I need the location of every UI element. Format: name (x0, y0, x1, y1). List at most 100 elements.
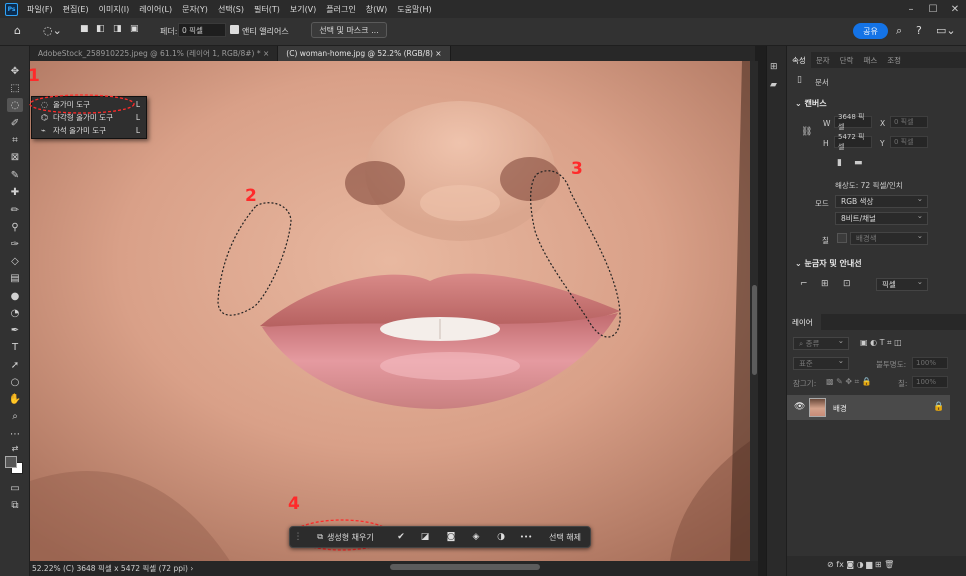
horizontal-scroll-thumb[interactable] (390, 564, 540, 570)
invert-selection-icon[interactable]: ◪ (419, 531, 431, 543)
tab-adobestock[interactable]: AdobeStock_258910225.jpeg @ 61.1% (레이어 1… (30, 46, 279, 61)
brush-tool-icon[interactable]: ✏ (7, 203, 23, 217)
visibility-eye-icon[interactable]: 👁 (794, 402, 805, 412)
frame-tool-icon[interactable]: ⊠ (7, 150, 23, 164)
dodge-tool-icon[interactable]: ◔ (7, 306, 23, 320)
comments-panel-icon[interactable]: ▰ (770, 80, 777, 90)
add-selection-icon[interactable]: ◧ (96, 25, 105, 34)
height-field[interactable]: 5472 픽셀 (834, 133, 872, 151)
portrait-orientation-icon[interactable]: ▮ (837, 158, 842, 168)
fill-select[interactable]: 배경색 (850, 231, 928, 245)
menu-edit[interactable]: 편집(E) (58, 4, 94, 15)
width-field[interactable]: 3648 픽셀 (834, 113, 872, 131)
intersect-selection-icon[interactable]: ▣ (130, 25, 139, 34)
marquee-tool-icon[interactable]: ⬚ (7, 81, 23, 95)
lock-options-icons[interactable]: ▩ ✎ ✥ ⌗ 🔒 (826, 377, 872, 387)
flyout-magnetic-lasso-tool[interactable]: ⌁ 자석 올가미 도구 L (32, 124, 146, 137)
tab-layers[interactable]: 레이어 (787, 314, 821, 330)
tab-woman-home[interactable]: (C) woman-home.jpg @ 52.2% (RGB/8) × (278, 46, 451, 61)
ruler-icon[interactable]: ⌐ (800, 279, 808, 289)
type-tool-icon[interactable]: T (7, 340, 23, 354)
quick-select-tool-icon[interactable]: ✐ (7, 116, 23, 130)
more-tools-icon[interactable]: ⋯ (7, 427, 23, 441)
lasso-tool-icon[interactable]: ◌ (7, 98, 23, 112)
crop-tool-icon[interactable]: ⌗ (7, 133, 23, 147)
antialias-checkbox[interactable] (230, 25, 239, 34)
canvas-section-title[interactable]: ⌄ 캔버스 (795, 98, 827, 109)
menu-select[interactable]: 선택(S) (213, 4, 249, 15)
subtract-selection-icon[interactable]: ◨ (113, 25, 122, 34)
history-brush-tool-icon[interactable]: ✑ (7, 237, 23, 251)
grid-icon[interactable]: ⊞ (821, 279, 829, 289)
fill-bucket-icon[interactable]: ◈ (470, 531, 482, 543)
opacity-field[interactable]: 100% (912, 357, 948, 369)
tab-properties[interactable]: 속성 (787, 52, 811, 68)
tab-paragraph[interactable]: 단락 (835, 52, 859, 68)
workspace-icon[interactable]: ▭⌄ (936, 25, 956, 36)
pen-tool-icon[interactable]: ✒ (7, 323, 23, 337)
eraser-tool-icon[interactable]: ◇ (7, 254, 23, 268)
menu-window[interactable]: 창(W) (361, 4, 393, 15)
lasso-preset-icon[interactable]: ◌⌄ (43, 25, 62, 36)
shape-tool-icon[interactable]: ○ (7, 375, 23, 389)
blend-mode-select[interactable]: 표준 (793, 356, 849, 370)
healing-brush-tool-icon[interactable]: ✚ (7, 185, 23, 199)
unit-select[interactable]: 픽셀 (876, 277, 928, 291)
vertical-scroll-thumb[interactable] (752, 285, 757, 375)
landscape-orientation-icon[interactable]: ▬ (854, 158, 863, 168)
help-icon[interactable]: ? (916, 25, 922, 36)
close-button[interactable]: ✕ (944, 0, 966, 18)
layer-filter-select[interactable]: ⌕ 종류 (793, 336, 849, 350)
menu-view[interactable]: 보기(V) (285, 4, 321, 15)
quick-mask-icon[interactable]: ▭ (7, 481, 23, 495)
layer-actions-icons[interactable]: ⊘ fx ◙ ◑ ▆ ⊞ 🗑 (827, 560, 894, 569)
flyout-polygonal-lasso-tool[interactable]: ⌬ 다각형 올가미 도구 L (32, 111, 146, 124)
menu-file[interactable]: 파일(F) (22, 4, 58, 15)
drag-handle-icon[interactable]: ⋮ (292, 531, 304, 543)
mask-icon[interactable]: ◙ (445, 531, 457, 543)
generative-fill-button[interactable]: ⧉ 생성형 채우기 (304, 530, 387, 544)
bit-depth-select[interactable]: 8비트/채널 (835, 211, 928, 225)
feather-input[interactable]: 0 픽셀 (178, 23, 226, 37)
adjustment-icon[interactable]: ◑ (495, 531, 507, 543)
screen-mode-icon[interactable]: ⧉ (7, 498, 23, 512)
move-tool-icon[interactable]: ✥ (7, 64, 23, 78)
properties-panel-icon[interactable]: ⊞ (770, 62, 778, 72)
menu-image[interactable]: 이미지(I) (94, 4, 135, 15)
new-selection-icon[interactable]: ■ (80, 25, 89, 34)
deselect-button[interactable]: 선택 해제 (541, 529, 589, 545)
path-select-tool-icon[interactable]: ➚ (7, 358, 23, 372)
foreground-color-swatch[interactable] (5, 456, 17, 468)
menu-type[interactable]: 문자(Y) (177, 4, 213, 15)
tab-adjustments[interactable]: 조정 (882, 52, 906, 68)
menu-help[interactable]: 도움말(H) (392, 4, 436, 15)
rulers-section-title[interactable]: ⌄ 눈금자 및 안내선 (795, 258, 862, 269)
zoom-tool-icon[interactable]: ⌕ (7, 409, 23, 423)
mode-select[interactable]: RGB 색상 (835, 194, 928, 208)
home-icon[interactable]: ⌂ (14, 25, 21, 36)
menu-plugins[interactable]: 플러그인 (321, 4, 360, 15)
menu-layer[interactable]: 레이어(L) (134, 4, 177, 15)
link-icon[interactable]: ⛓ (801, 127, 812, 137)
filter-icons[interactable]: ▣ ◐ T ⌗ ◫ (860, 338, 902, 348)
swap-colors-icon[interactable]: ⇄ (7, 441, 23, 455)
lock-icon[interactable]: 🔒 (933, 402, 944, 412)
share-button[interactable]: 공유 (853, 23, 888, 39)
blur-tool-icon[interactable]: ● (7, 289, 23, 303)
modify-selection-icon[interactable]: ✔ (395, 531, 407, 543)
x-field[interactable]: 0 픽셀 (890, 116, 928, 128)
tab-character[interactable]: 문자 (811, 52, 835, 68)
flyout-lasso-tool[interactable]: ◌ 올가미 도구 L (32, 98, 146, 111)
tab-paths[interactable]: 패스 (858, 52, 882, 68)
gradient-tool-icon[interactable]: ▤ (7, 271, 23, 285)
layer-fill-field[interactable]: 100% (912, 376, 948, 388)
clone-stamp-tool-icon[interactable]: ⚲ (7, 220, 23, 234)
search-icon[interactable]: ⌕ (896, 25, 902, 36)
guides-icon[interactable]: ⊡ (843, 279, 851, 289)
more-options-icon[interactable]: ••• (520, 531, 532, 543)
fill-swatch[interactable] (837, 233, 847, 243)
eyedropper-tool-icon[interactable]: ✎ (7, 168, 23, 182)
menu-filter[interactable]: 필터(T) (249, 4, 285, 15)
minimize-button[interactable]: – (900, 0, 922, 18)
hand-tool-icon[interactable]: ✋ (7, 392, 23, 406)
